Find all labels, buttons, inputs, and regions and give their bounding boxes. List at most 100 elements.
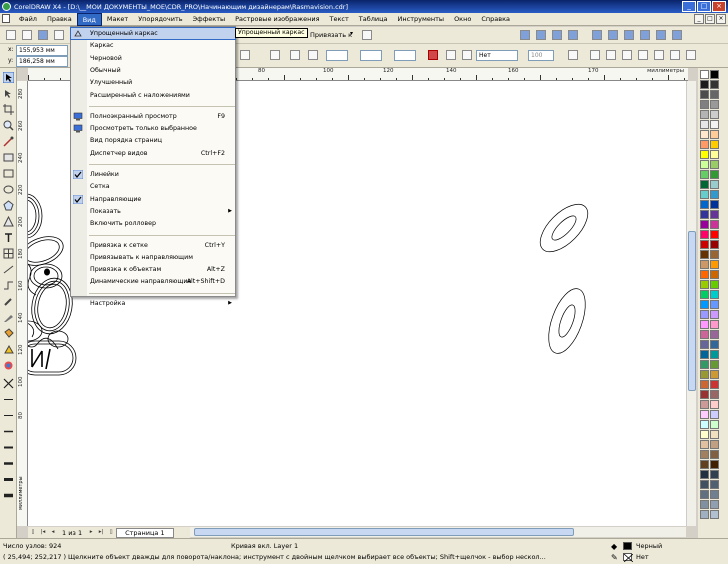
fill-tool-icon[interactable] <box>3 328 14 339</box>
palette-swatch[interactable] <box>700 260 709 269</box>
menu-arrange[interactable]: Упорядочить <box>133 13 187 26</box>
text-tool-icon[interactable] <box>3 232 14 243</box>
polygon-tool-icon[interactable] <box>3 200 14 211</box>
save-icon[interactable] <box>38 30 48 40</box>
view-menu-item[interactable]: Привязка к объектам Alt+Z <box>71 264 235 275</box>
connector-tool-icon[interactable] <box>3 280 14 291</box>
menu-help[interactable]: Справка <box>476 13 515 26</box>
palette-swatch[interactable] <box>700 400 709 409</box>
print-icon[interactable] <box>54 30 64 40</box>
view-menu-item[interactable]: Сетка <box>71 181 235 192</box>
palette-swatch[interactable] <box>700 170 709 179</box>
scale-icon[interactable] <box>270 50 280 60</box>
outline-thick-icon[interactable] <box>3 458 14 469</box>
palette-swatch[interactable] <box>710 130 719 139</box>
palette-swatch[interactable] <box>710 500 719 509</box>
close-path-icon[interactable] <box>568 50 578 60</box>
palette-swatch[interactable] <box>710 160 719 169</box>
outline-heavy-icon[interactable] <box>3 474 14 485</box>
app-launcher-icon-3[interactable] <box>552 30 562 40</box>
add-page-before-icon[interactable]: ▯ <box>29 529 37 537</box>
view-menu-item[interactable]: Показать ▶ <box>71 206 235 217</box>
palette-swatch[interactable] <box>700 160 709 169</box>
zoom-tool-icon[interactable] <box>3 120 14 131</box>
palette-swatch[interactable] <box>700 430 709 439</box>
palette-swatch[interactable] <box>700 230 709 239</box>
palette-swatch[interactable] <box>700 490 709 499</box>
doc-close-button[interactable]: × <box>716 14 726 24</box>
palette-swatch[interactable] <box>710 450 719 459</box>
open-icon[interactable] <box>22 30 32 40</box>
palette-swatch[interactable] <box>700 460 709 469</box>
palette-swatch[interactable] <box>710 80 719 89</box>
view-menu-item[interactable]: Привязка к сетке Ctrl+Y <box>71 240 235 251</box>
node-count-field[interactable] <box>326 50 348 61</box>
palette-swatch[interactable] <box>700 310 709 319</box>
palette-swatch[interactable] <box>710 320 719 329</box>
app-launcher-icon-7[interactable] <box>624 30 634 40</box>
view-menu-item[interactable]: Направляющие <box>71 194 235 205</box>
outline-color-icon[interactable] <box>462 50 472 60</box>
add-page-after-icon[interactable]: ▯ <box>107 529 115 537</box>
view-menu-item[interactable]: Просмотреть только выбранное <box>71 123 235 134</box>
palette-swatch[interactable] <box>700 480 709 489</box>
palette-swatch[interactable] <box>710 470 719 479</box>
palette-swatch[interactable] <box>700 450 709 459</box>
palette-swatch[interactable] <box>710 310 719 319</box>
palette-swatch[interactable] <box>710 250 719 259</box>
view-menu-item[interactable]: Настройка ▶ <box>71 298 235 309</box>
palette-swatch[interactable] <box>710 190 719 199</box>
start-arrow-icon[interactable] <box>428 50 438 60</box>
outline-medium-icon[interactable] <box>3 442 14 453</box>
palette-swatch[interactable] <box>710 390 719 399</box>
view-menu-item[interactable]: Линейки <box>71 169 235 180</box>
menu-table[interactable]: Таблица <box>354 13 393 26</box>
palette-swatch[interactable] <box>710 240 719 249</box>
palette-swatch[interactable] <box>710 410 719 419</box>
app-launcher-icon-6[interactable] <box>608 30 618 40</box>
object-size-icon[interactable] <box>240 50 250 60</box>
palette-swatch[interactable] <box>700 330 709 339</box>
palette-swatch[interactable] <box>710 290 719 299</box>
wrap-text-icon[interactable] <box>590 50 600 60</box>
menu-layout[interactable]: Макет <box>102 13 133 26</box>
view-menu-item[interactable]: Обычный <box>71 65 235 76</box>
doc-restore-button[interactable]: □ <box>705 14 715 24</box>
palette-swatch[interactable] <box>710 170 719 179</box>
palette-swatch[interactable] <box>700 270 709 279</box>
app-launcher-icon-5[interactable] <box>592 30 602 40</box>
palette-swatch[interactable] <box>710 330 719 339</box>
palette-swatch[interactable] <box>700 420 709 429</box>
palette-swatch[interactable] <box>700 440 709 449</box>
palette-swatch[interactable] <box>700 120 709 129</box>
to-back-icon[interactable] <box>622 50 632 60</box>
view-menu-item[interactable]: Диспетчер видов Ctrl+F2 <box>71 148 235 159</box>
app-launcher-icon-4[interactable] <box>568 30 578 40</box>
palette-swatch[interactable] <box>710 110 719 119</box>
palette-swatch[interactable] <box>700 200 709 209</box>
horizontal-scrollbar[interactable] <box>190 527 686 537</box>
palette-swatch[interactable] <box>700 300 709 309</box>
minimize-button[interactable]: _ <box>682 1 696 12</box>
palette-swatch[interactable] <box>700 190 709 199</box>
palette-swatch[interactable] <box>710 420 719 429</box>
outline-width-field[interactable]: Нет <box>476 50 518 61</box>
palette-swatch[interactable] <box>710 180 719 189</box>
app-launcher-icon-8[interactable] <box>640 30 650 40</box>
app-launcher-icon-9[interactable] <box>656 30 666 40</box>
outline-extra-icon[interactable] <box>3 490 14 501</box>
palette-swatch[interactable] <box>700 360 709 369</box>
palette-swatch[interactable] <box>710 100 719 109</box>
pick-tool-icon[interactable] <box>3 72 14 83</box>
palette-swatch[interactable] <box>710 210 719 219</box>
menu-text[interactable]: Текст <box>325 13 354 26</box>
freehand-tool-icon[interactable] <box>3 136 14 147</box>
dimension-tool-icon[interactable] <box>3 264 14 275</box>
rotate-icon[interactable] <box>308 50 318 60</box>
palette-swatch[interactable] <box>700 140 709 149</box>
view-menu-item[interactable]: Динамические направляющие Alt+Shift+D <box>71 276 235 287</box>
ungroup-icon[interactable] <box>670 50 680 60</box>
maximize-button[interactable]: □ <box>697 1 711 12</box>
first-page-icon[interactable]: |◂ <box>39 529 47 537</box>
shape-tool-icon[interactable] <box>3 88 14 99</box>
